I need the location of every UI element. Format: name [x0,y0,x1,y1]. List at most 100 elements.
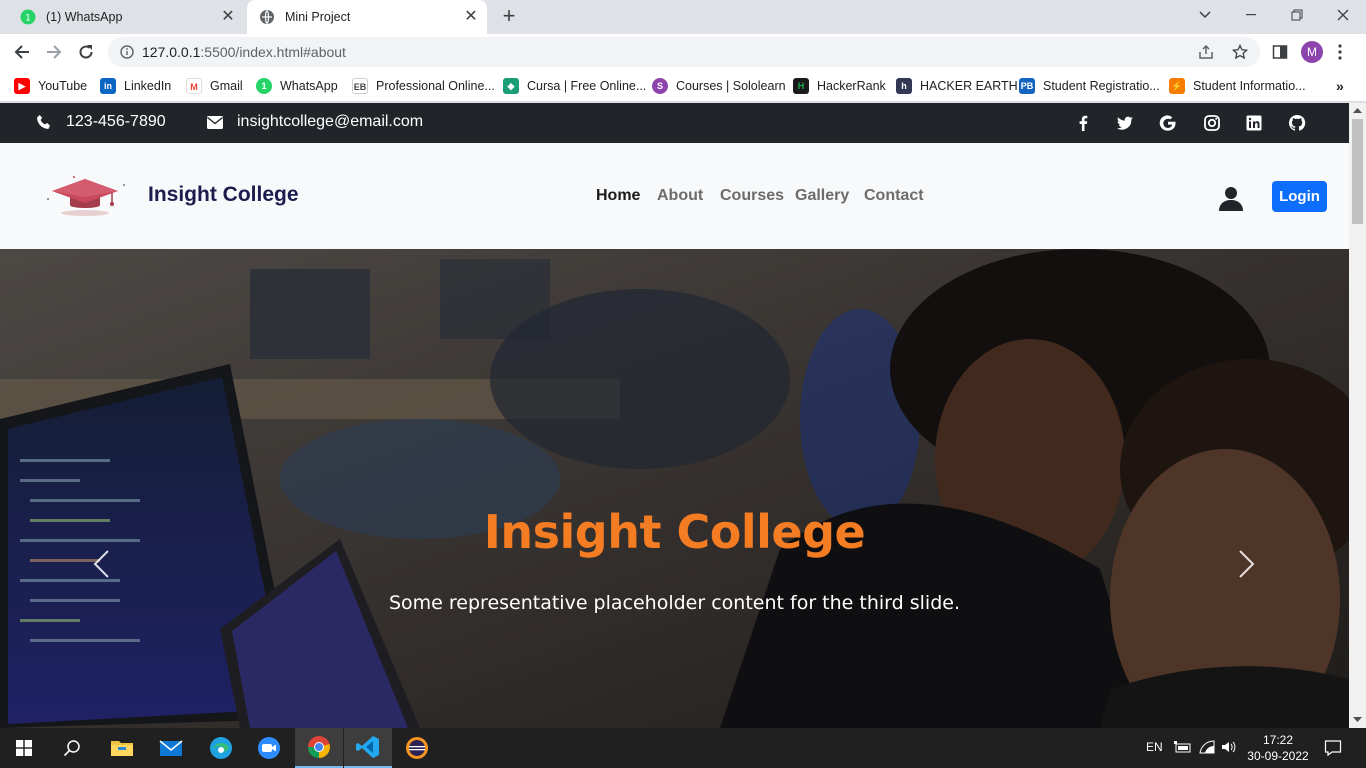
whatsapp-icon: 1 [256,78,272,94]
tab-strip: 1 (1) WhatsApp ✕ Mini Project ✕ + [0,0,1366,34]
language-indicator[interactable]: EN [1146,740,1163,754]
restore-icon[interactable] [1274,0,1320,30]
forward-icon[interactable] [40,38,68,66]
side-panel-icon[interactable] [1272,44,1288,60]
carousel-next-icon[interactable] [1238,549,1256,579]
bookmark-cursa[interactable]: ◆ Cursa | Free Online... [503,76,646,96]
bookmark-label: HackerRank [817,79,886,93]
hackerrank-icon: H [793,78,809,94]
email-address: insightcollege@email.com [237,113,424,130]
close-window-icon[interactable] [1320,0,1366,30]
vscode-icon[interactable] [344,728,392,768]
more-menu-icon[interactable] [1338,44,1342,60]
page-scrollbar[interactable] [1349,103,1366,728]
twitter-icon[interactable] [1116,114,1134,132]
bookmark-label: Student Registratio... [1043,79,1160,93]
nav-courses[interactable]: Courses [720,187,784,205]
bookmark-gmail[interactable]: M Gmail [186,76,243,96]
bookmark-label: Gmail [210,79,243,93]
info-icon[interactable] [120,45,134,59]
tab-whatsapp[interactable]: 1 (1) WhatsApp ✕ [12,0,244,34]
nav-gallery[interactable]: Gallery [795,187,849,205]
share-icon[interactable] [1198,44,1214,60]
hero-title: Insight College [483,505,866,559]
url-text[interactable]: 127.0.0.1:5500/index.html#about [142,44,346,60]
battery-icon[interactable] [1174,740,1192,754]
instagram-icon[interactable] [1203,114,1221,132]
file-explorer-icon[interactable] [98,728,146,768]
back-icon[interactable] [8,38,36,66]
minimize-icon[interactable] [1228,0,1274,30]
email-contact[interactable]: insightcollege@email.com [207,113,423,131]
tab-search-icon[interactable] [1182,0,1228,30]
youtube-icon: ▶ [14,78,30,94]
bookmark-label: YouTube [38,79,88,93]
scroll-down-icon[interactable] [1353,717,1362,723]
whatsapp-icon: 1 [20,9,36,25]
facebook-icon[interactable] [1074,114,1092,132]
bookmarks-bar: ▶ YouTube in LinkedIn M Gmail 1 WhatsApp EB P… [0,70,1366,102]
bookmark-professional-online[interactable]: EB Professional Online... [352,76,495,96]
address-bar[interactable]: 127.0.0.1:5500/index.html#about [108,37,1260,67]
windows-start-icon[interactable] [0,728,48,768]
nav-contact[interactable]: Contact [864,187,924,205]
close-tab-icon[interactable]: ✕ [463,9,479,25]
bookmark-label: Cursa | Free Online... [527,79,647,93]
notification-icon[interactable] [1324,739,1342,757]
bookmark-label: WhatsApp [280,79,338,93]
hackerearth-icon: h [896,78,912,94]
bookmark-star-icon[interactable] [1232,44,1248,60]
nav-home[interactable]: Home [596,187,640,205]
system-clock[interactable]: 17:22 30-09-2022 [1240,732,1316,764]
volume-icon[interactable] [1221,740,1237,754]
linkedin-icon: in [100,78,116,94]
globe-icon [259,9,275,25]
zoom-icon[interactable] [245,728,293,768]
bookmark-linkedin[interactable]: in LinkedIn [100,76,171,96]
google-icon[interactable] [1159,114,1177,132]
chrome-icon[interactable] [295,728,343,768]
scroll-thumb[interactable] [1352,119,1363,224]
phone-icon [36,114,66,130]
info-icon: ⚡ [1169,78,1185,94]
user-icon[interactable] [1217,185,1245,213]
phone-contact[interactable]: 123-456-7890 [36,113,166,131]
new-tab-button[interactable]: + [498,5,520,28]
contact-bar: 123-456-7890 insightcollege@email.com [0,103,1349,143]
linkedin-icon[interactable] [1245,114,1263,132]
bookmark-student-information[interactable]: ⚡ Student Informatio... [1169,76,1306,96]
close-tab-icon[interactable]: ✕ [220,9,236,25]
nav-about[interactable]: About [657,187,703,205]
bookmark-hackerearth[interactable]: h HACKER EARTH [896,76,1018,96]
svg-text:1: 1 [25,14,31,24]
bookmark-label: LinkedIn [124,79,172,93]
search-icon[interactable] [48,728,96,768]
bookmark-hackerrank[interactable]: H HackerRank [793,76,886,96]
taskbar: EN 17:22 30-09-2022 [0,728,1366,768]
clock-date: 30-09-2022 [1247,749,1309,763]
scroll-up-icon[interactable] [1353,107,1362,113]
brand-name[interactable]: Insight College [148,183,299,207]
mail-icon[interactable] [147,728,195,768]
bookmark-label: HACKER EARTH [920,79,1018,93]
hero-background-image [0,249,1349,728]
bookmark-youtube[interactable]: ▶ YouTube [14,76,87,96]
edge-browser-icon[interactable] [197,728,245,768]
browser-toolbar: 127.0.0.1:5500/index.html#about M [0,34,1366,70]
github-icon[interactable] [1288,114,1306,132]
more-bookmarks-icon[interactable]: » [1336,76,1344,96]
profile-avatar[interactable]: M [1301,41,1323,63]
gmail-icon: M [186,78,202,94]
wifi-icon[interactable] [1199,740,1215,754]
bookmark-label: Student Informatio... [1193,79,1306,93]
bookmark-sololearn[interactable]: S Courses | Sololearn [652,76,786,96]
url-host: 127.0.0.1 [142,44,201,60]
tab-mini-project[interactable]: Mini Project ✕ [247,0,487,34]
bookmark-student-registration[interactable]: PB Student Registratio... [1019,76,1160,96]
graduation-cap-logo-icon[interactable] [40,175,130,219]
bookmark-whatsapp[interactable]: 1 WhatsApp [256,76,338,96]
login-button[interactable]: Login [1272,181,1327,212]
carousel-prev-icon[interactable] [92,549,110,579]
reload-icon[interactable] [72,38,100,66]
eclipse-icon[interactable] [393,728,441,768]
